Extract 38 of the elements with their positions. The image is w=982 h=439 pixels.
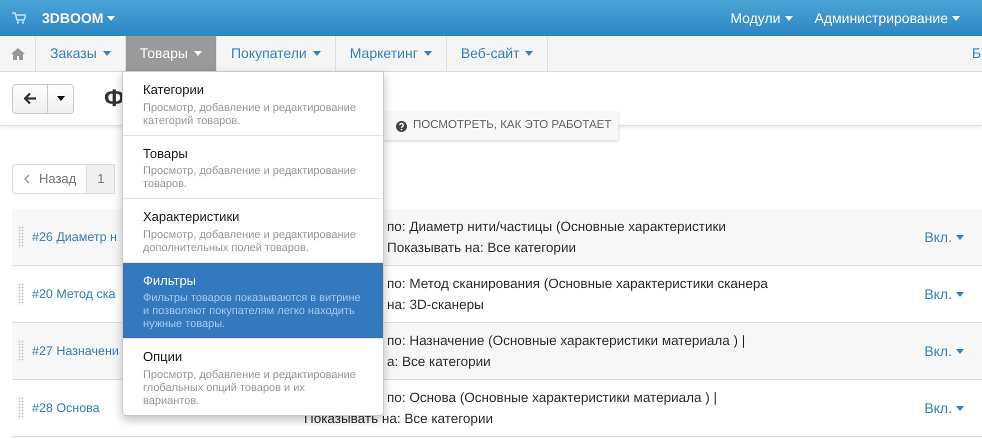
dropdown-item[interactable]: Категории Просмотр, добавление и редактирование категорий товаров.: [123, 72, 383, 136]
cart-icon[interactable]: [12, 12, 26, 24]
top-menu[interactable]: Модули: [730, 8, 792, 28]
drag-handle-icon[interactable]: [18, 397, 24, 419]
nav-tab[interactable]: Товары: [126, 36, 217, 71]
dropdown-item[interactable]: Товары Просмотр, добавление и редактирование товаров.: [123, 136, 383, 199]
dropdown-item[interactable]: Фильтры Фильтры товаров показываются в витрине и позволяют покупателям легко находить нужные товары.: [123, 262, 383, 339]
back-arrow-icon: [24, 93, 36, 104]
filter-name-link[interactable]: #26 Диаметр н: [32, 230, 117, 244]
filter-description: по: Диаметр нити/частицы (Основные характеристики: [387, 218, 726, 236]
filter-description: по: Назначение (Основные характеристики материала ) |: [387, 332, 746, 350]
help-link[interactable]: ПОСМОТРЕТЬ, КАК ЭТО РАБОТАЕТ: [384, 112, 618, 140]
help-icon: [396, 120, 407, 132]
page-link[interactable]: 1: [87, 164, 116, 194]
top-menu[interactable]: Администрирование: [814, 8, 960, 28]
status-dropdown[interactable]: Вкл.: [924, 226, 964, 248]
chevron-left-icon: [23, 174, 31, 184]
drag-handle-icon[interactable]: [18, 226, 24, 248]
status-dropdown[interactable]: Вкл.: [924, 398, 964, 418]
status-dropdown[interactable]: Вкл.: [924, 340, 964, 362]
filter-description: по: Метод сканирования (Основные характеристики сканера: [387, 275, 768, 293]
brand-menu[interactable]: 3DBOOM: [42, 8, 116, 28]
caret-button[interactable]: [48, 84, 74, 114]
filter-name-link[interactable]: #28 Основа: [32, 401, 100, 416]
help-text: ПОСМОТРЕТЬ, КАК ЭТО РАБОТАЕТ: [413, 118, 612, 134]
filter-description: а: Все категории: [387, 353, 491, 371]
filter-name-link[interactable]: #27 Назначени: [32, 344, 119, 358]
status-dropdown[interactable]: Вкл.: [924, 284, 964, 304]
previous-page-link[interactable]: Назад: [12, 164, 88, 194]
nav-tab[interactable]: Веб-сайт: [446, 36, 548, 71]
drag-handle-icon[interactable]: [18, 340, 24, 362]
nav-tab[interactable]: Б: [970, 36, 982, 71]
drag-handle-icon[interactable]: [18, 283, 24, 305]
back-button[interactable]: [12, 84, 48, 114]
filter-description: на: 3D-сканеры: [387, 296, 484, 314]
filter-description: Показывать на: Все категории: [387, 239, 576, 257]
filter-name-link[interactable]: #20 Метод ска: [32, 287, 116, 302]
filter-description: по: Основа (Основные характеристики материала ) |: [387, 389, 718, 407]
